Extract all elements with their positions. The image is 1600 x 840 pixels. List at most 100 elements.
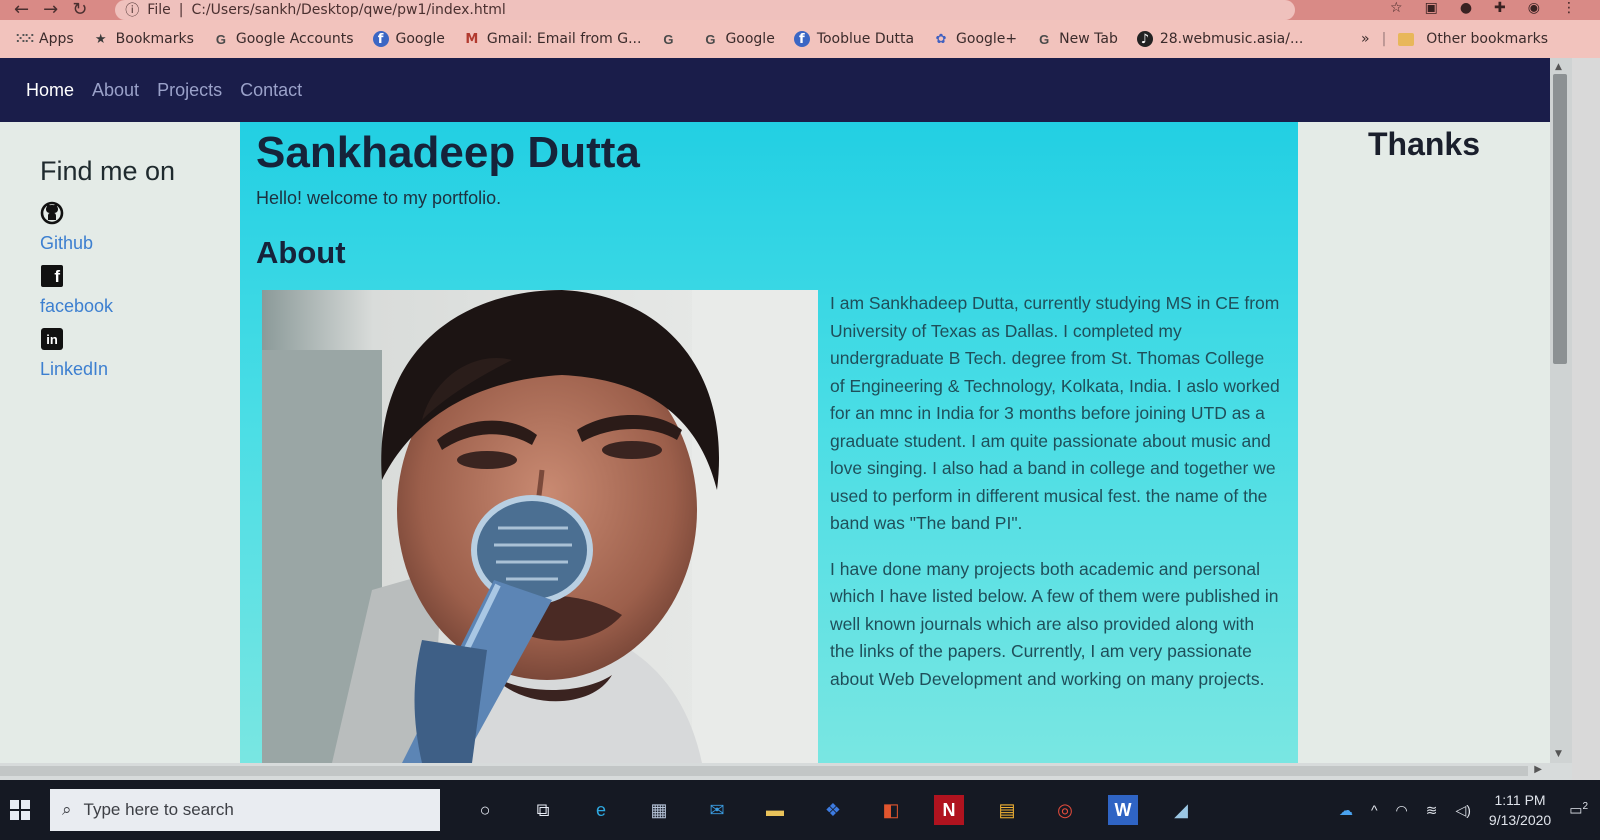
web-page: Home About Projects Contact Find me on G… [0, 58, 1550, 763]
horizontal-scrollbar[interactable]: ▶ [0, 763, 1572, 780]
dropbox-icon[interactable]: ❖ [818, 795, 848, 825]
back-icon[interactable]: ← [14, 1, 29, 19]
scroll-up-arrow[interactable]: ▲ [1555, 62, 1562, 72]
browser-toolbar: ← → ↻ ⓘ File | C:/Users/sankh/Desktop/qw… [0, 0, 1600, 20]
more-bookmarks-button[interactable]: » [1361, 31, 1370, 47]
file-explorer-icon[interactable]: ▬ [760, 795, 790, 825]
profile-avatar[interactable]: ◉ [1528, 0, 1540, 16]
main-content: Sankhadeep Dutta Hello! welcome to my po… [240, 122, 1298, 763]
bookmark-bookmarks[interactable]: ★ Bookmarks [93, 31, 194, 47]
search-icon: ⌕ [62, 800, 72, 819]
nav-projects[interactable]: Projects [157, 80, 222, 101]
facebook-link[interactable]: facebook [40, 296, 240, 317]
profile-photo [262, 290, 818, 763]
reload-icon[interactable]: ↻ [72, 1, 87, 19]
menu-icon[interactable]: ⋮ [1562, 0, 1576, 16]
search-placeholder: Type here to search [83, 800, 234, 819]
bookmark-webmusic[interactable]: ♪ 28.webmusic.asia/... [1136, 31, 1303, 47]
scroll-down-arrow[interactable]: ▼ [1555, 749, 1562, 759]
page-title: Sankhadeep Dutta [256, 128, 640, 177]
site-navbar: Home About Projects Contact [0, 58, 1550, 122]
nav-home[interactable]: Home [26, 80, 74, 101]
other-bookmarks-button[interactable]: Other bookmarks [1426, 31, 1548, 47]
google-plus-icon: ✿ [935, 31, 947, 47]
google-icon: G [1039, 31, 1050, 47]
task-view-icon[interactable]: ⧉ [528, 795, 558, 825]
cortana-icon[interactable]: ○ [470, 795, 500, 825]
gmail-icon: M [465, 31, 479, 47]
store-icon[interactable]: ▦ [644, 795, 674, 825]
scroll-thumb[interactable] [1553, 74, 1567, 364]
mail-icon[interactable]: ✉ [702, 795, 732, 825]
bookmark-google-accounts[interactable]: G Google Accounts [213, 31, 354, 47]
chevron-up-icon[interactable]: ^ [1371, 802, 1378, 818]
bookmark-google-plus[interactable]: ✿ Google+ [933, 31, 1018, 47]
about-paragraph: I have done many projects both academic … [830, 558, 1279, 689]
right-sidebar: Thanks [1298, 122, 1550, 763]
url-scheme-label: File [147, 2, 171, 18]
volume-icon[interactable]: ◁) [1455, 802, 1470, 819]
clock-date: 9/13/2020 [1488, 812, 1552, 828]
start-button[interactable] [0, 800, 40, 820]
vertical-scrollbar[interactable]: ▲ ▼ [1550, 58, 1572, 763]
welcome-text: Hello! welcome to my portfolio. [256, 188, 502, 208]
windows-icon [10, 800, 30, 820]
scroll-thumb[interactable] [0, 766, 1528, 776]
folder-icon [1398, 32, 1415, 46]
sidebar-heading: Find me on [40, 156, 176, 186]
social-link-linkedin[interactable]: in LinkedIn [40, 327, 240, 380]
toolbar-right: ☆ ▣ ● ✚ ◉ ⋮ [1390, 0, 1576, 16]
github-icon[interactable] [40, 201, 64, 225]
bookmarks-bar: ⁙⁙ Apps ★ Bookmarks G Google Accounts f … [0, 20, 1600, 58]
office-icon[interactable]: ◧ [876, 795, 906, 825]
app-icon[interactable]: ◢ [1166, 795, 1196, 825]
google-icon: G [215, 31, 226, 47]
url-text: C:/Users/sankh/Desktop/qwe/pw1/index.htm… [191, 2, 506, 18]
clock[interactable]: 1:11 PM 9/13/2020 [1489, 790, 1551, 830]
chrome-icon[interactable]: ◎ [1050, 795, 1080, 825]
facebook-icon[interactable]: f [40, 264, 64, 288]
nav-about[interactable]: About [92, 80, 139, 101]
taskbar-search[interactable]: ⌕ Type here to search [50, 789, 440, 831]
address-bar[interactable]: ⓘ File | C:/Users/sankh/Desktop/qwe/pw1/… [115, 0, 1296, 20]
edge-icon[interactable]: e [586, 795, 616, 825]
star-icon: ★ [94, 31, 107, 47]
bookmark-tooblue-dutta[interactable]: f Tooblue Dutta [793, 31, 914, 47]
bookmark-apps[interactable]: ⁙⁙ Apps [15, 31, 74, 47]
extension-icon[interactable]: ● [1460, 0, 1472, 16]
windows-taskbar: ⌕ Type here to search ○ ⧉ e ▦ ✉ ▬ ❖ ◧ N … [0, 780, 1600, 840]
linkedin-icon[interactable]: in [40, 327, 64, 351]
netflix-icon[interactable]: N [934, 795, 964, 825]
bookmark-new-tab[interactable]: G New Tab [1036, 31, 1118, 47]
sticky-notes-icon[interactable]: ▤ [992, 795, 1022, 825]
bookmark-gmail[interactable]: M Gmail: Email from G... [464, 31, 641, 47]
thanks-heading: Thanks [1367, 126, 1481, 162]
taskbar-apps: ○ ⧉ e ▦ ✉ ▬ ❖ ◧ N ▤ ◎ W ◢ [470, 795, 1196, 825]
forward-icon[interactable]: → [43, 1, 58, 19]
notification-icon[interactable]: ▭2 [1569, 801, 1588, 819]
bookmark-star-icon[interactable]: ☆ [1390, 0, 1403, 16]
onedrive-icon[interactable]: ◠ [1396, 802, 1408, 819]
bookmark-google[interactable]: G Google [702, 31, 774, 47]
social-link-facebook[interactable]: f facebook [40, 264, 240, 317]
notification-count: 2 [1582, 801, 1588, 813]
linkedin-link[interactable]: LinkedIn [40, 359, 240, 380]
system-tray: ☁ ^ ◠ ≋ ◁) 1:11 PM 9/13/2020 ▭2 [1339, 780, 1588, 840]
word-icon[interactable]: W [1108, 795, 1138, 825]
google-icon: G [663, 31, 674, 47]
github-link[interactable]: Github [40, 233, 240, 254]
site-icon: ♪ [1136, 31, 1153, 47]
apps-icon: ⁙⁙ [15, 31, 35, 47]
puzzle-icon[interactable]: ✚ [1494, 0, 1506, 16]
nav-contact[interactable]: Contact [240, 80, 302, 101]
wifi-icon[interactable]: ≋ [1426, 802, 1438, 819]
facebook-icon: f [793, 31, 810, 47]
extension-icon[interactable]: ▣ [1425, 0, 1438, 16]
social-link-github[interactable]: Github [40, 201, 240, 254]
info-icon[interactable]: ⓘ [125, 0, 139, 20]
scroll-right-arrow[interactable]: ▶ [1534, 764, 1542, 775]
cloud-icon[interactable]: ☁ [1339, 802, 1353, 819]
bookmark-google-blank[interactable]: G [660, 31, 683, 47]
facebook-icon: f [372, 31, 389, 47]
bookmark-google-fb[interactable]: f Google [372, 31, 445, 47]
